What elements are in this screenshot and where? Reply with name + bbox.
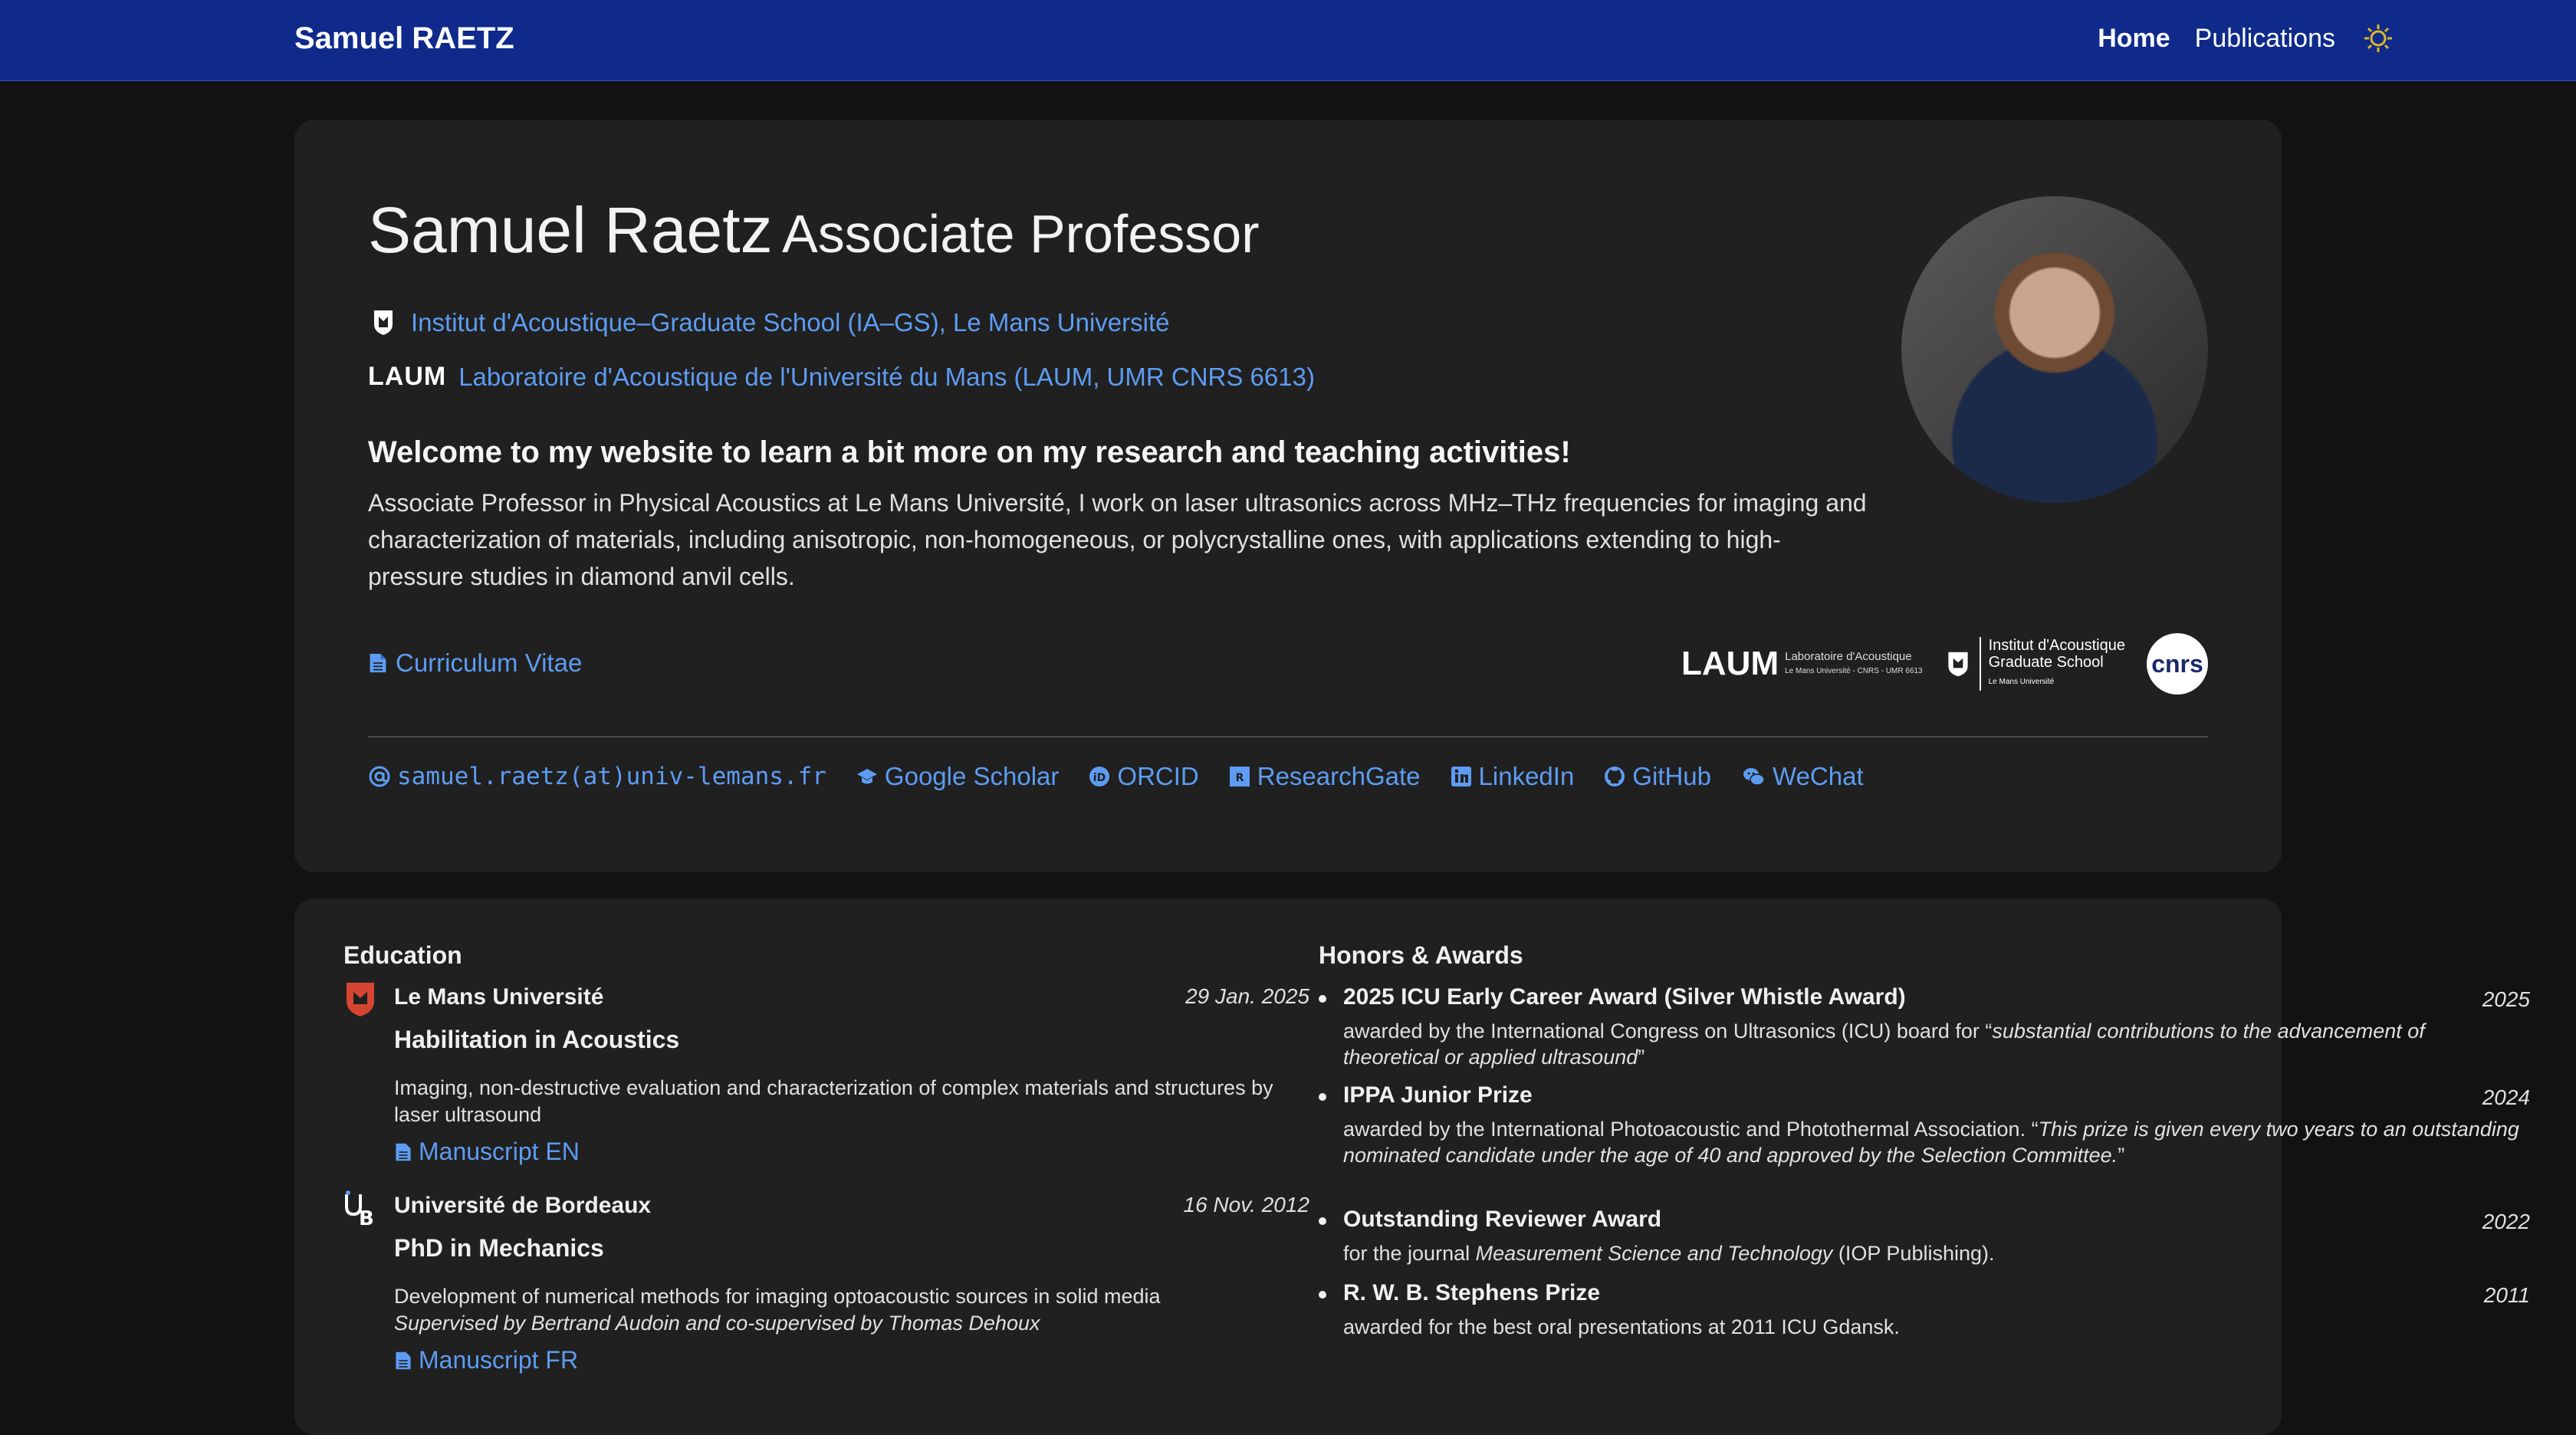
education-item: B Université de Bordeaux 16 Nov. 2012 Ph… [343, 1190, 1309, 1404]
linkedin-icon [1451, 767, 1471, 786]
affiliation-laum: LAUM Laboratoire d'Acoustique de l'Unive… [368, 362, 1315, 392]
github-icon [1605, 767, 1625, 786]
honor-year: 2011 [2483, 1283, 2530, 1307]
wechat-icon [1743, 768, 1765, 786]
file-icon [396, 1351, 411, 1369]
education-date: 16 Nov. 2012 [1183, 1193, 1310, 1217]
education-supervision: Supervised by Bertrand Audoin and co-sup… [394, 1312, 1040, 1335]
education-institution: Le Mans Université [394, 984, 604, 1010]
laum-logo: LAUM Laboratoire d'Acoustique Le Mans Un… [1681, 645, 1923, 683]
wechat-link[interactable]: WeChat [1740, 762, 1864, 791]
education-degree: Habilitation in Acoustics [394, 1026, 680, 1053]
profile-name: Samuel Raetz [368, 194, 773, 266]
file-icon [396, 1143, 411, 1161]
laum-logo-text: LAUM [1681, 645, 1779, 682]
orcid-link[interactable]: iD ORCID [1088, 762, 1199, 791]
researchgate-icon: R [1229, 767, 1250, 786]
ia-shield-icon [1948, 652, 1968, 677]
email-link[interactable]: samuel.raetz(at)univ-lemans.fr [368, 763, 826, 790]
education-degree: PhD in Mechanics [394, 1234, 604, 1262]
google-scholar-link[interactable]: Google Scholar [856, 762, 1059, 791]
education-heading: Education [343, 941, 462, 969]
bullet [1319, 1093, 1326, 1101]
education-description: Development of numerical methods for ima… [394, 1285, 1161, 1335]
honor-description: for the journal Measurement Science and … [1343, 1242, 1995, 1265]
honor-year: 2022 [2482, 1210, 2530, 1233]
ia-gs-logo: Institut d'Acoustique Graduate School Le… [1944, 637, 2125, 691]
bullet [1319, 1217, 1326, 1225]
profile-title: Associate Professor [782, 204, 1260, 264]
profile-heading: Samuel Raetz Associate Professor [368, 193, 1260, 268]
brand-link[interactable]: Samuel RAETZ [294, 21, 514, 56]
education-honors-card: Education Honors & Awards Le Mans Univer… [294, 898, 2530, 1435]
navbar: Samuel RAETZ Home Publications [0, 0, 2576, 81]
cv-label: Curriculum Vitae [396, 649, 583, 677]
education-institution: Université de Bordeaux [394, 1193, 652, 1218]
svg-text:R: R [1235, 772, 1244, 784]
laum-logo-subtext: Laboratoire d'Acoustique Le Mans Univers… [1785, 650, 1923, 675]
honor-name: R. W. B. Stephens Prize [1343, 1280, 1601, 1305]
profile-card: Samuel Raetz Associate Professor Institu… [294, 120, 2282, 872]
github-link[interactable]: GitHub [1603, 762, 1711, 791]
researchgate-link[interactable]: R ResearchGate [1228, 762, 1421, 791]
svg-text:B: B [359, 1207, 374, 1226]
bullet [1319, 1291, 1326, 1299]
laum-logo-icon: LAUM [368, 362, 447, 391]
affiliation-laum-link[interactable]: Laboratoire d'Acoustique de l'Université… [458, 363, 1315, 392]
ia-logo-text: Institut d'Acoustique Graduate School Le… [1979, 637, 2125, 691]
education-item: Le Mans Université 29 Jan. 2025 Habilita… [343, 981, 1309, 1181]
welcome-heading: Welcome to my website to learn a bit mor… [368, 435, 1571, 469]
avatar [1901, 196, 2208, 503]
honor-item: R. W. B. Stephens Prize 2011 awarded for… [1319, 1280, 2530, 1349]
ia-gs-logo-icon [374, 310, 393, 335]
honor-description: awarded for the best oral presentations … [1343, 1315, 1900, 1338]
graduation-cap-icon [856, 769, 877, 784]
affiliation-ia: Institut d'Acoustique–Graduate School (I… [368, 307, 1169, 338]
honor-description: awarded by the International Congress on… [1343, 1020, 2425, 1069]
linkedin-link[interactable]: LinkedIn [1450, 762, 1574, 791]
cv-link[interactable]: Curriculum Vitae [368, 649, 582, 678]
honor-name: IPPA Junior Prize [1343, 1082, 1533, 1108]
bio-text: Associate Professor in Physical Acoustic… [368, 489, 1867, 590]
affiliation-ia-link[interactable]: Institut d'Acoustique–Graduate School (I… [411, 308, 1169, 337]
honors-heading: Honors & Awards [1319, 941, 1523, 969]
manuscript-fr-link[interactable]: Manuscript FR [394, 1346, 578, 1374]
cnrs-logo: cnrs [2147, 633, 2208, 695]
honor-name: 2025 ICU Early Career Award (Silver Whis… [1343, 984, 1906, 1010]
svg-text:iD: iD [1093, 772, 1106, 784]
sun-icon[interactable] [2363, 23, 2394, 54]
honor-item: IPPA Junior Prize 2024 awarded by the In… [1319, 1082, 2530, 1197]
partner-logos: LAUM Laboratoire d'Acoustique Le Mans Un… [1681, 633, 2208, 695]
honor-item: Outstanding Reviewer Award 2022 for the … [1319, 1207, 2530, 1276]
honor-description: awarded by the International Photoacoust… [1343, 1118, 2519, 1167]
orcid-icon: iD [1089, 767, 1110, 786]
at-icon [369, 766, 390, 787]
divider [368, 736, 2208, 737]
education-description: Imaging, non-destructive evaluation and … [394, 1076, 1273, 1126]
bullet [1319, 995, 1326, 1003]
social-links: samuel.raetz(at)univ-lemans.fr Google Sc… [368, 762, 1864, 791]
honor-item: 2025 ICU Early Career Award (Silver Whis… [1319, 984, 2530, 1076]
universite-de-bordeaux-logo-icon: B [345, 1190, 374, 1226]
nav-publications[interactable]: Publications [2195, 24, 2335, 54]
nav-links: Home Publications [2098, 23, 2394, 54]
manuscript-en-link[interactable]: Manuscript EN [394, 1138, 580, 1166]
honor-year: 2024 [2482, 1085, 2530, 1109]
file-icon [370, 653, 386, 673]
le-mans-universite-logo-icon [347, 983, 374, 1016]
nav-home[interactable]: Home [2098, 24, 2170, 54]
honor-year: 2025 [2482, 987, 2530, 1011]
education-date: 29 Jan. 2025 [1185, 984, 1309, 1008]
honor-name: Outstanding Reviewer Award [1343, 1207, 1662, 1232]
